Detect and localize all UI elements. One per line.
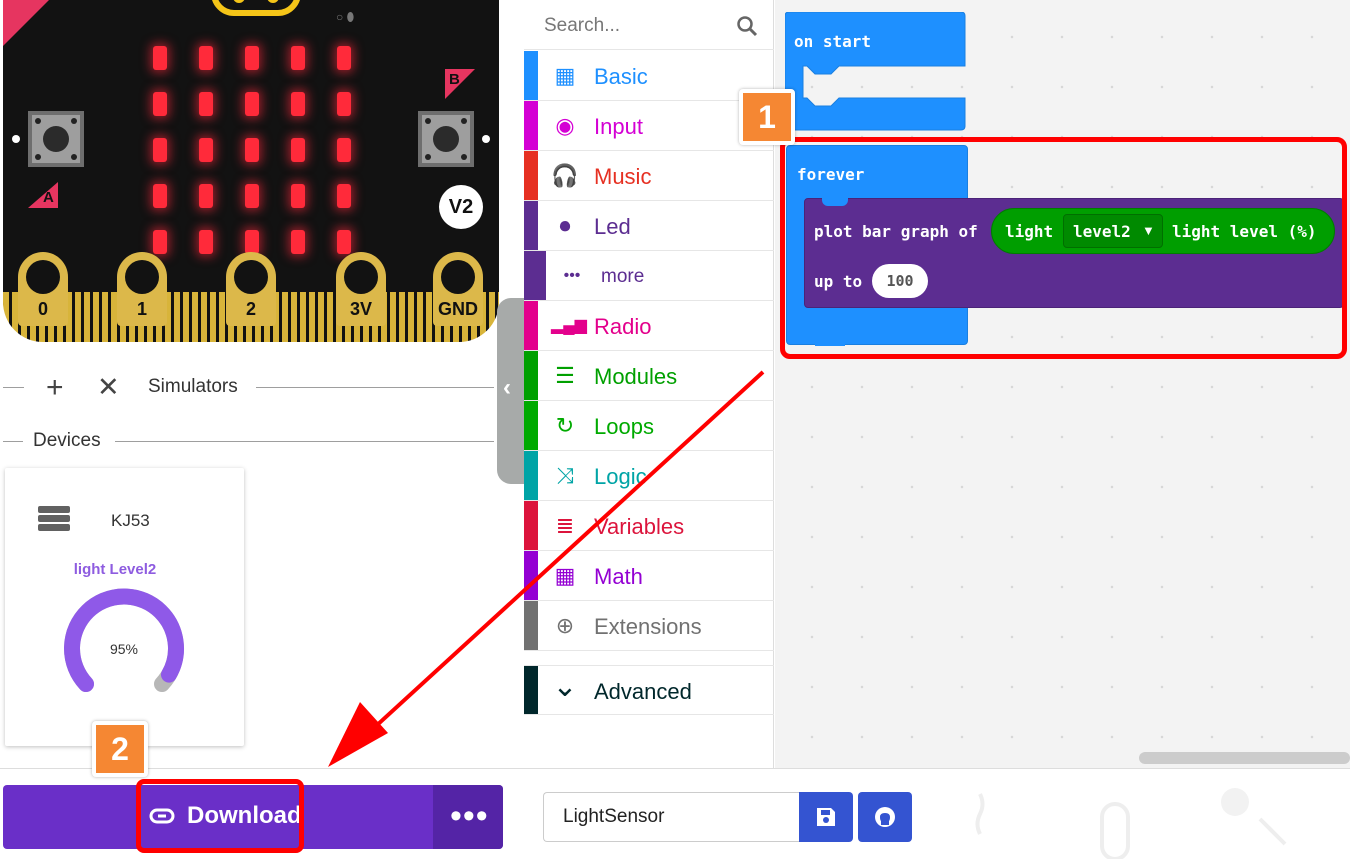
step-badge-2: 2 bbox=[92, 721, 148, 777]
step-badge-1: 1 bbox=[739, 89, 795, 145]
annotation-arrow bbox=[328, 370, 765, 767]
